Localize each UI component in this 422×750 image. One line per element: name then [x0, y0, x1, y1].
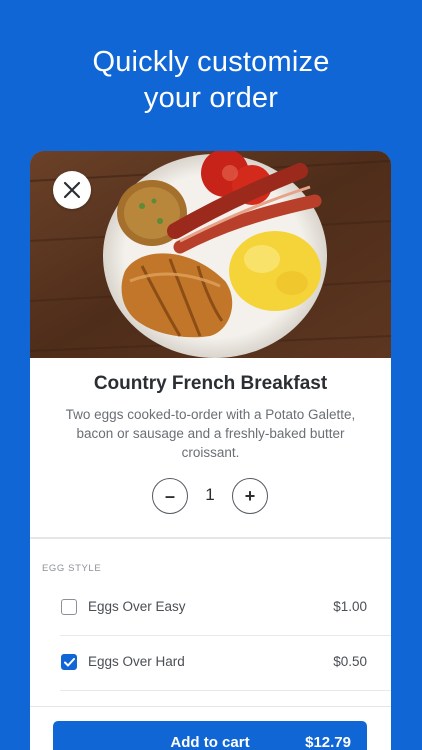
- decrease-quantity-button[interactable]: –: [152, 478, 188, 514]
- option-row-eggs-over-easy[interactable]: Eggs Over Easy $1.00: [30, 581, 391, 635]
- option-label: Eggs Over Hard: [88, 654, 185, 669]
- cart-total: $12.79: [305, 734, 351, 750]
- headline-line-1: Quickly customize: [92, 46, 330, 78]
- option-price: $1.00: [333, 599, 367, 614]
- quantity-stepper: – 1 +: [30, 478, 391, 516]
- option-row-eggs-over-hard[interactable]: Eggs Over Hard $0.50: [30, 636, 391, 690]
- plus-icon: +: [244, 486, 256, 506]
- close-button[interactable]: [53, 171, 91, 209]
- item-customization-card: Country French Breakfast Two eggs cooked…: [30, 151, 391, 750]
- headline-line-2: your order: [143, 82, 279, 114]
- item-description: Two eggs cooked-to-order with a Potato G…: [65, 407, 356, 460]
- add-to-cart-button[interactable]: Add to cart $12.79: [53, 721, 367, 750]
- option-checkbox[interactable]: [61, 654, 77, 670]
- row-divider: [60, 690, 391, 691]
- item-photo: [30, 151, 391, 358]
- option-price: $0.50: [333, 654, 367, 669]
- option-checkbox[interactable]: [61, 599, 77, 615]
- section-label: EGG STYLE: [42, 563, 102, 574]
- app-screen: Quickly customize your order Country Fre…: [0, 0, 422, 750]
- minus-icon: –: [164, 486, 175, 506]
- promo-headline: Quickly customize your order: [0, 44, 422, 116]
- item-title: Country French Breakfast: [93, 373, 328, 394]
- cart-footer: Add to cart $12.79: [30, 706, 391, 750]
- option-label: Eggs Over Easy: [88, 599, 186, 614]
- close-icon: [63, 181, 81, 199]
- checkmark-icon: [63, 657, 75, 666]
- quantity-value: 1: [205, 485, 215, 504]
- increase-quantity-button[interactable]: +: [232, 478, 268, 514]
